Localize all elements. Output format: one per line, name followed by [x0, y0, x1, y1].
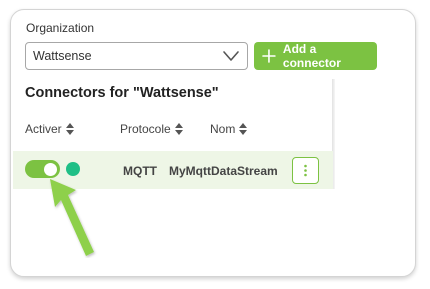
toggle-knob — [44, 162, 57, 176]
add-connector-button[interactable]: Add a connector — [254, 42, 377, 70]
column-header-label: Protocole — [120, 122, 171, 136]
sort-icon — [174, 123, 183, 135]
status-dot — [66, 162, 80, 176]
chevron-down-icon — [223, 51, 239, 61]
column-header-activer[interactable]: Activer — [25, 122, 74, 136]
pointer-arrow-icon — [50, 179, 94, 256]
sort-icon — [65, 123, 74, 135]
organization-select[interactable]: Wattsense — [25, 42, 248, 70]
column-header-label: Activer — [25, 122, 62, 136]
plus-icon — [262, 49, 276, 63]
column-header-nom[interactable]: Nom — [210, 122, 248, 136]
column-header-protocole[interactable]: Protocole — [120, 122, 183, 136]
more-vertical-icon — [304, 164, 307, 177]
protocol-cell: MQTT — [123, 164, 157, 178]
row-actions-button[interactable] — [292, 157, 319, 184]
connectors-title: Connectors for "Wattsense" — [25, 85, 219, 101]
organization-label: Organization — [26, 21, 95, 35]
organization-select-value: Wattsense — [33, 49, 92, 63]
name-cell: MyMqttDataStream — [169, 164, 278, 178]
sort-icon — [239, 123, 248, 135]
column-header-label: Nom — [210, 122, 236, 136]
add-connector-label: Add a connector — [282, 42, 341, 70]
